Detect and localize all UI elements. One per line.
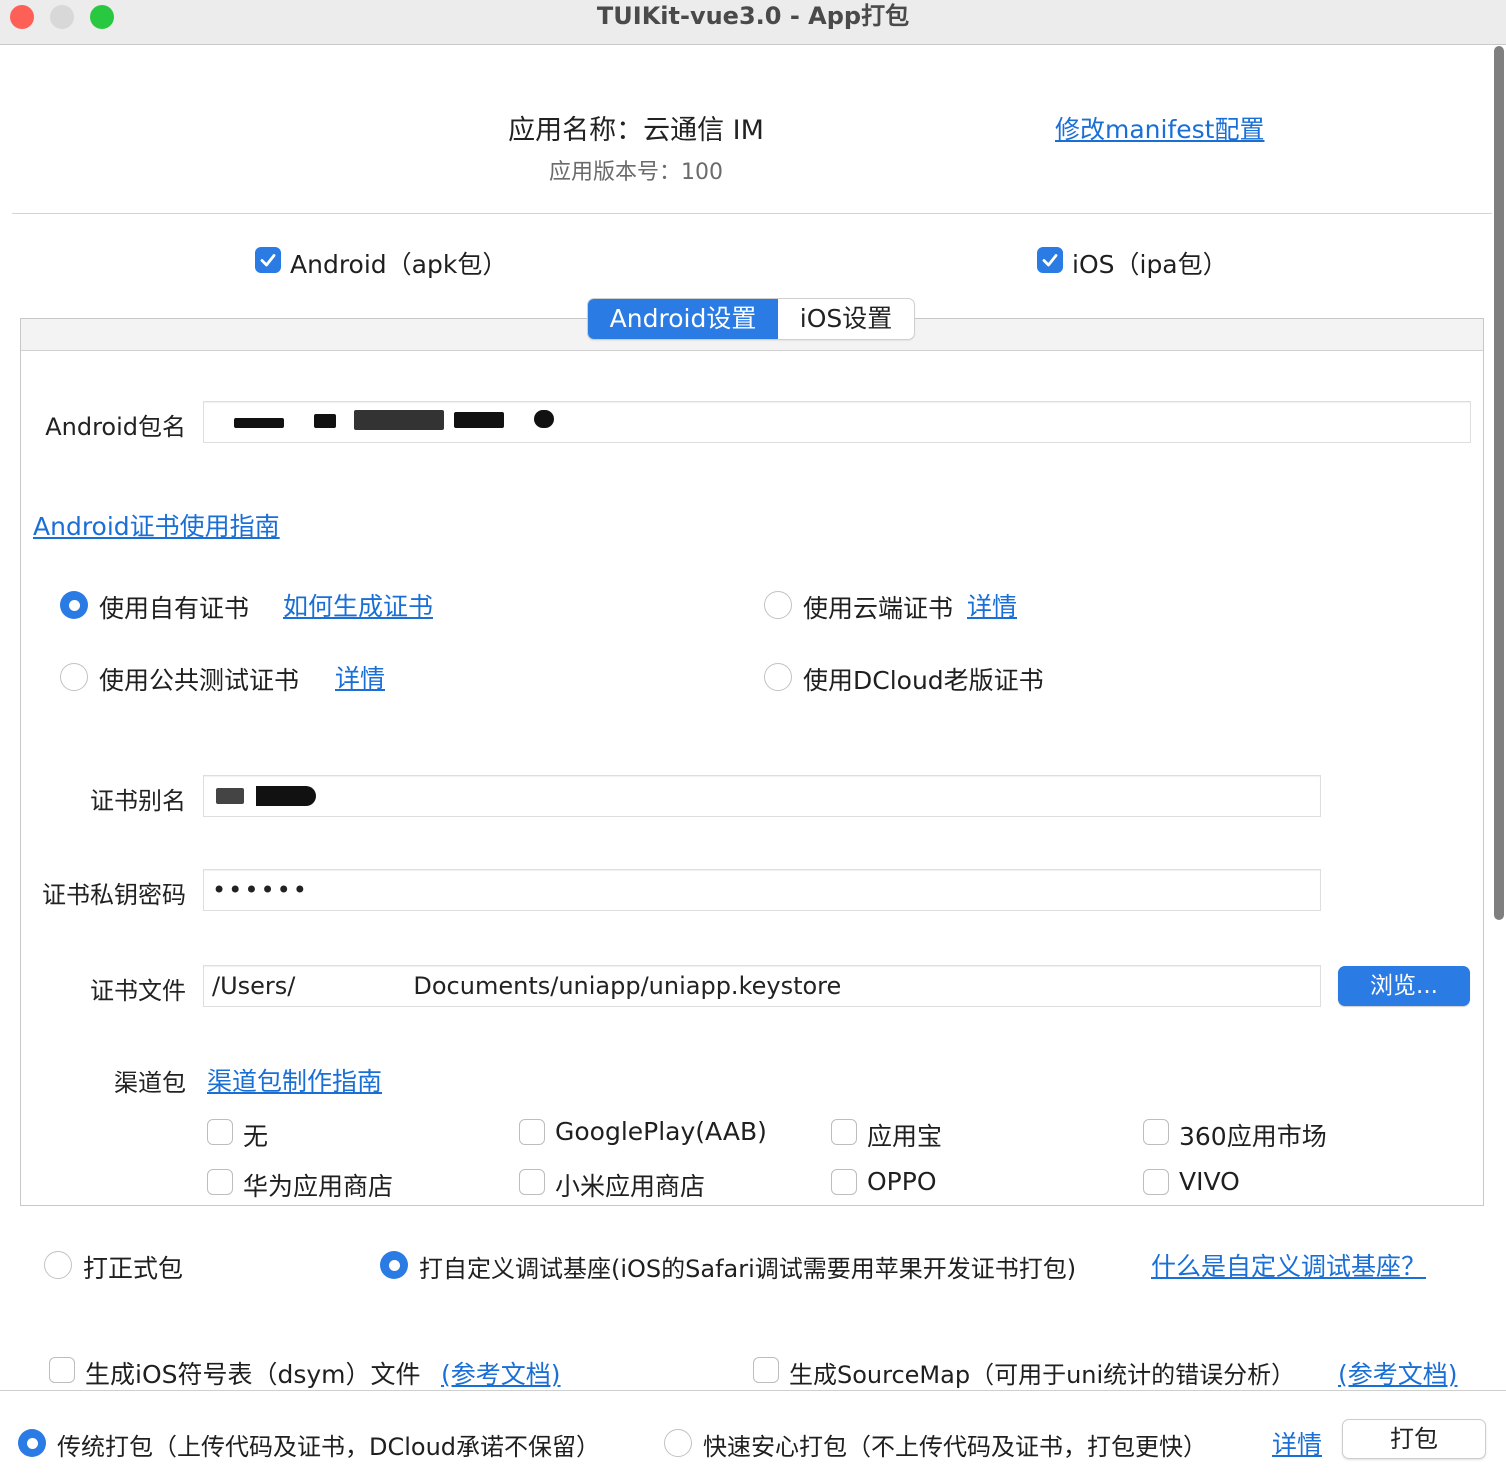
public-test-cert-label: 使用公共测试证书	[99, 666, 300, 695]
channel-label: 渠道包	[114, 1069, 186, 1097]
android-package-input[interactable]	[203, 401, 1471, 443]
sourcemap-docs-link[interactable]: (参考文档)	[1338, 1355, 1458, 1391]
what-is-custom-debug-link[interactable]: 什么是自定义调试基座？	[1151, 1247, 1426, 1283]
app-version: 应用版本号：100	[549, 160, 723, 185]
checkmark-icon	[1042, 254, 1058, 267]
redaction-mark	[314, 414, 336, 428]
redaction-mark	[354, 410, 444, 430]
fast-pack-radio[interactable]	[664, 1429, 692, 1457]
tab-ios-settings[interactable]: iOS设置	[778, 299, 914, 339]
cert-alias-input[interactable]	[203, 775, 1321, 817]
android-package-label: Android包名	[45, 413, 186, 441]
pack-mode-detail-link[interactable]: 详情	[1272, 1425, 1322, 1461]
channel-checkbox-googleplay[interactable]	[519, 1119, 545, 1145]
channel-label-xiaomi: 小米应用商店	[555, 1172, 706, 1201]
cloud-cert-radio[interactable]	[764, 591, 792, 619]
divider	[12, 213, 1492, 214]
cloud-cert-detail-link[interactable]: 详情	[967, 587, 1017, 623]
own-cert-radio[interactable]	[60, 591, 88, 619]
sourcemap-checkbox[interactable]	[753, 1357, 779, 1383]
ios-platform-label: iOS（ipa包）	[1072, 250, 1228, 279]
edit-manifest-link[interactable]: 修改manifest配置	[1055, 110, 1264, 146]
traditional-pack-radio[interactable]	[18, 1429, 46, 1457]
cert-file-prefix: /Users/	[212, 972, 296, 1000]
public-test-cert-detail-link[interactable]: 详情	[335, 659, 385, 695]
dsym-label: 生成iOS符号表（dsym）文件	[85, 1360, 421, 1389]
channel-checkbox-none[interactable]	[207, 1119, 233, 1145]
dcloud-old-cert-radio[interactable]	[764, 663, 792, 691]
channel-checkbox-360[interactable]	[1143, 1119, 1169, 1145]
channel-label-none: 无	[243, 1122, 269, 1151]
redaction-mark	[454, 412, 504, 428]
fast-pack-label: 快速安心打包（不上传代码及证书，打包更快）	[703, 1433, 1207, 1461]
cloud-cert-label: 使用云端证书	[803, 594, 954, 623]
ios-platform-checkbox[interactable]	[1037, 247, 1063, 273]
channel-checkbox-xiaomi[interactable]	[519, 1169, 545, 1195]
channel-guide-link[interactable]: 渠道包制作指南	[207, 1062, 382, 1098]
dcloud-old-cert-label: 使用DCloud老版证书	[803, 666, 1044, 695]
tab-android-settings[interactable]: Android设置	[588, 299, 778, 339]
channel-label-vivo: VIVO	[1179, 1167, 1240, 1196]
cert-file-label: 证书文件	[90, 977, 186, 1005]
cert-alias-label: 证书别名	[90, 787, 186, 815]
footer-divider	[0, 1390, 1506, 1391]
sourcemap-label: 生成SourceMap（可用于uni统计的错误分析）	[789, 1361, 1296, 1389]
dsym-checkbox[interactable]	[49, 1357, 75, 1383]
browse-button[interactable]: 浏览...	[1338, 966, 1470, 1006]
traditional-pack-label: 传统打包（上传代码及证书，DCloud承诺不保留）	[57, 1433, 601, 1461]
redaction-mark	[534, 410, 554, 428]
channel-label-huawei: 华为应用商店	[243, 1172, 394, 1201]
window-title: TUIKit-vue3.0 - App打包	[596, 2, 910, 30]
public-test-cert-radio[interactable]	[60, 663, 88, 691]
android-cert-guide-link[interactable]: Android证书使用指南	[33, 507, 280, 543]
cert-password-input[interactable]: ••••••	[203, 869, 1321, 911]
cert-password-value: ••••••	[212, 876, 309, 904]
own-cert-label: 使用自有证书	[99, 594, 250, 623]
channel-label-oppo: OPPO	[867, 1167, 937, 1196]
channel-checkbox-vivo[interactable]	[1143, 1169, 1169, 1195]
redaction-mark	[256, 786, 316, 806]
channel-checkbox-huawei[interactable]	[207, 1169, 233, 1195]
cert-file-input[interactable]: /Users/Documents/uniapp/uniapp.keystore	[203, 965, 1321, 1007]
scrollbar-thumb[interactable]	[1494, 46, 1504, 920]
release-build-label: 打正式包	[83, 1254, 184, 1283]
platform-tabs: Android设置 iOS设置	[588, 299, 914, 339]
how-to-generate-cert-link[interactable]: 如何生成证书	[283, 587, 433, 623]
cert-file-suffix: Documents/uniapp/uniapp.keystore	[413, 972, 842, 1000]
android-platform-checkbox[interactable]	[255, 247, 281, 273]
checkmark-icon	[260, 254, 276, 267]
cert-password-label: 证书私钥密码	[42, 881, 186, 909]
custom-debug-build-label: 打自定义调试基座(iOS的Safari调试需要用苹果开发证书打包)	[419, 1255, 1077, 1283]
channel-checkbox-yingyongbao[interactable]	[831, 1119, 857, 1145]
android-platform-label: Android（apk包）	[290, 250, 508, 279]
channel-checkbox-oppo[interactable]	[831, 1169, 857, 1195]
release-build-radio[interactable]	[44, 1251, 72, 1279]
pack-button[interactable]: 打包	[1342, 1419, 1486, 1459]
channel-label-yingyongbao: 应用宝	[867, 1122, 943, 1151]
channel-label-360: 360应用市场	[1179, 1122, 1327, 1151]
channel-label-googleplay: GooglePlay(AAB)	[555, 1117, 767, 1146]
redaction-mark	[234, 418, 284, 428]
dsym-docs-link[interactable]: (参考文档)	[441, 1355, 561, 1391]
custom-debug-build-radio[interactable]	[380, 1251, 408, 1279]
redaction-mark	[216, 788, 244, 804]
